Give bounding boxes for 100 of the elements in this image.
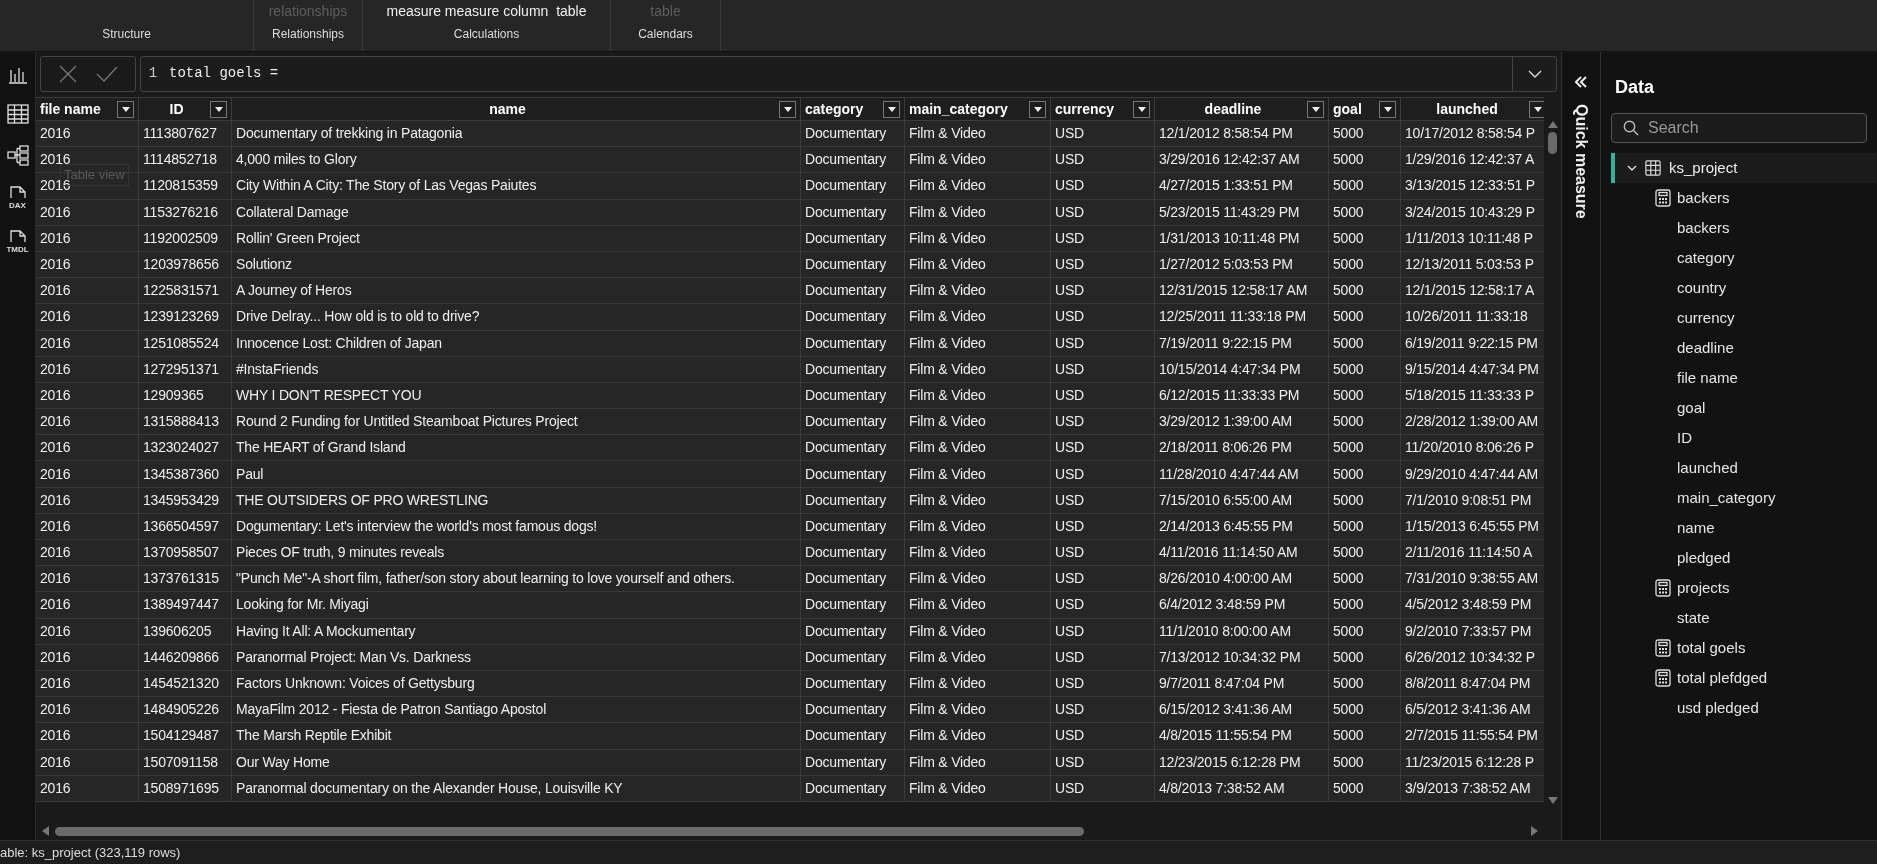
- file-view-button[interactable]: TMDL: [3, 230, 32, 254]
- scroll-down-icon[interactable]: [1547, 797, 1558, 804]
- table-cell: Film & Video: [905, 461, 1051, 487]
- table-cell: Documentary: [801, 540, 905, 566]
- table-cell: Film & Video: [905, 409, 1051, 435]
- table-cell: Film & Video: [905, 121, 1051, 147]
- table-cell: 4/8/2013 7:38:52 AM: [1155, 775, 1329, 801]
- field-item[interactable]: launched: [1677, 456, 1738, 480]
- formula-field[interactable]: 1 total goels =: [140, 56, 1557, 92]
- field-item[interactable]: goal: [1677, 396, 1706, 420]
- column-header[interactable]: deadline: [1159, 98, 1307, 120]
- scroll-up-icon[interactable]: [1547, 121, 1558, 128]
- field-item[interactable]: file name: [1677, 366, 1738, 390]
- filter-dropdown[interactable]: [1307, 100, 1324, 118]
- measure-item[interactable]: projects: [1677, 576, 1730, 600]
- table-cell: Documentary: [801, 487, 905, 513]
- table-cell: Film & Video: [905, 251, 1051, 278]
- column-header[interactable]: main_category: [909, 98, 1029, 120]
- table-cell: Collateral Damage: [232, 199, 801, 225]
- scroll-thumb[interactable]: [1548, 132, 1557, 154]
- table-cell: Film & Video: [905, 540, 1051, 566]
- table-cell: Film & Video: [905, 278, 1051, 304]
- table-cell: Documentary: [801, 225, 905, 251]
- table-cell: 5/23/2015 11:43:29 PM: [1155, 199, 1329, 225]
- column-header[interactable]: category: [805, 98, 883, 120]
- table-cell: Documentary: [801, 278, 905, 304]
- field-item[interactable]: currency: [1677, 306, 1735, 330]
- table-cell: USD: [1051, 670, 1155, 697]
- field-item[interactable]: category: [1677, 246, 1735, 270]
- search-icon: [1623, 120, 1639, 136]
- table-cell: USD: [1051, 540, 1155, 566]
- table-cell: 5000: [1329, 461, 1401, 487]
- column-header[interactable]: file name: [40, 98, 117, 120]
- table-cell: Factors Unknown: Voices of Gettysburg: [232, 670, 801, 697]
- caret-icon: [214, 106, 223, 112]
- search-field[interactable]: Search: [1611, 113, 1867, 143]
- filter-dropdown[interactable]: [210, 100, 227, 118]
- table-cell: The HEART of Grand Island: [232, 435, 801, 461]
- table-cell: The Marsh Reptile Exhibit: [232, 723, 801, 749]
- column-header[interactable]: ID: [143, 98, 210, 120]
- table-cell: 5000: [1329, 513, 1401, 539]
- filter-dropdown[interactable]: [1133, 100, 1150, 118]
- table-cell: 5000: [1329, 304, 1401, 330]
- filter-dropdown[interactable]: [1529, 100, 1544, 118]
- measure-item[interactable]: total goels: [1677, 636, 1746, 660]
- table-cell: Pieces OF truth, 9 minutes reveals: [232, 540, 801, 566]
- chevron-icon[interactable]: [1627, 163, 1637, 173]
- table-cell: 9/7/2011 8:47:04 PM: [1155, 670, 1329, 697]
- table-cell: 2016: [36, 644, 139, 670]
- table-cell: 1192002509: [139, 225, 232, 251]
- field-item[interactable]: pledged: [1677, 546, 1731, 570]
- table-cell: Documentary: [801, 670, 905, 697]
- table-cell: Film & Video: [905, 356, 1051, 382]
- field-item[interactable]: country: [1677, 276, 1727, 300]
- table-cell: USD: [1051, 461, 1155, 487]
- file-icon: [9, 186, 26, 199]
- ribbon-group-label: Calendars: [638, 26, 693, 43]
- filter-dropdown[interactable]: [1379, 100, 1396, 118]
- checkmark-icon[interactable]: [95, 66, 118, 82]
- field-item[interactable]: state: [1677, 606, 1710, 630]
- table-cell: 2016: [36, 356, 139, 382]
- cancel-icon[interactable]: [58, 65, 77, 83]
- filter-dropdown[interactable]: [779, 100, 796, 118]
- table-cell: 1366504597: [139, 513, 232, 539]
- model-icon[interactable]: [6, 144, 29, 166]
- table-cell: 1225831571: [139, 278, 232, 304]
- scroll-thumb[interactable]: [55, 826, 1084, 836]
- collapse-icon[interactable]: [1575, 76, 1587, 88]
- filter-dropdown[interactable]: [883, 100, 900, 118]
- measure-item[interactable]: backers: [1677, 186, 1730, 210]
- quick-measure-tab[interactable]: Quick measure: [1569, 104, 1593, 219]
- tree-table-item[interactable]: ks_project: [1611, 153, 1877, 183]
- column-header[interactable]: name: [236, 98, 779, 120]
- ribbon-command[interactable]: measure measure column table: [386, 1, 587, 22]
- field-item[interactable]: backers: [1677, 216, 1730, 240]
- scroll-left-icon[interactable]: [42, 826, 49, 836]
- table-cell: Film & Video: [905, 566, 1051, 592]
- table-cell: Documentary: [801, 173, 905, 199]
- filter-dropdown[interactable]: [117, 100, 134, 118]
- table-cell: Our Way Home: [232, 749, 801, 775]
- table-cell: Documentary: [801, 461, 905, 487]
- scroll-right-icon[interactable]: [1531, 826, 1538, 836]
- field-item[interactable]: usd pledged: [1677, 696, 1759, 720]
- table-grid-icon[interactable]: [6, 104, 29, 124]
- table-cell: USD: [1051, 199, 1155, 225]
- column-header[interactable]: goal: [1333, 98, 1379, 120]
- column-header[interactable]: launched: [1405, 98, 1529, 120]
- table-cell: City Within A City: The Story of Las Vegas Paiutes: [232, 173, 801, 199]
- table-name: ks_project: [1669, 157, 1738, 178]
- field-item[interactable]: name: [1677, 516, 1715, 540]
- measure-item[interactable]: total plefdged: [1677, 666, 1768, 690]
- field-item[interactable]: deadline: [1677, 336, 1734, 360]
- field-item[interactable]: ID: [1677, 426, 1692, 450]
- column-header[interactable]: currency: [1055, 98, 1133, 120]
- table-cell: 1120815359: [139, 173, 232, 199]
- filter-dropdown[interactable]: [1029, 100, 1046, 118]
- table-cell: Documentary: [801, 199, 905, 225]
- file-view-button[interactable]: DAX: [3, 186, 32, 210]
- table-cell: USD: [1051, 121, 1155, 147]
- field-item[interactable]: main_category: [1677, 486, 1776, 510]
